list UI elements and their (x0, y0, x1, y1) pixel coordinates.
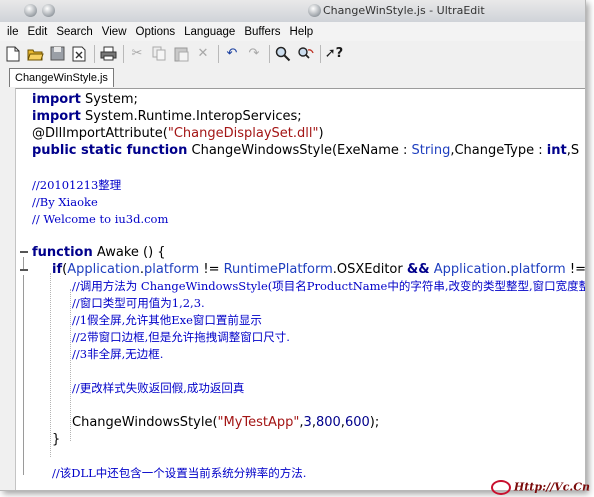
window-title: ChangeWinStyle.js - UltraEdit (323, 4, 485, 17)
code-line: function Awake () { (32, 245, 166, 260)
menu-help[interactable]: Help (285, 26, 318, 38)
menu-buffers[interactable]: Buffers (239, 26, 284, 38)
indent-guide (70, 289, 71, 441)
menu-language[interactable]: Language (179, 26, 239, 38)
close-file-icon[interactable] (70, 45, 88, 63)
comment-line: //该DLL中还包含一个设置当前系统分辨率的方法. (52, 466, 307, 480)
indent-guide (50, 273, 51, 457)
help-icon[interactable]: ➚? (325, 45, 343, 63)
comment-line: //3非全屏,无边框. (72, 347, 164, 361)
menu-options[interactable]: Options (131, 26, 180, 38)
find-icon[interactable] (274, 45, 292, 63)
tab-changewinstyle[interactable]: ChangeWinStyle.js (9, 68, 114, 87)
open-folder-icon[interactable] (26, 45, 44, 63)
comment-line: //2带窗口边框,但是允许拖拽调整窗口尺寸. (72, 330, 290, 344)
fold-collapse-icon[interactable] (20, 269, 28, 271)
paste-icon[interactable] (172, 45, 190, 63)
comment-line: //调用方法为 ChangeWindowsStyle(项目名ProductNam… (72, 279, 585, 293)
replace-icon[interactable] (296, 45, 314, 63)
toolbar-separator (94, 44, 95, 63)
title-bar[interactable]: ChangeWinStyle.js - UltraEdit (0, 0, 585, 22)
window-button-icon[interactable] (24, 4, 37, 17)
code-line: if(Application.platform != RuntimePlatfo… (52, 262, 585, 277)
toolbar: ✂ ✕ ↶ ↷ ➚? (0, 41, 585, 67)
code-line: public static function ChangeWindowsStyl… (32, 143, 580, 158)
editor-window: ChangeWinStyle.js - UltraEdit ile Edit S… (0, 0, 586, 491)
comment-line: //By Xiaoke (32, 195, 98, 209)
menu-search[interactable]: Search (51, 26, 96, 38)
watermark: Http://Vc.Cn (490, 480, 590, 495)
code-editor[interactable]: import System; import System.Runtime.Int… (15, 88, 585, 490)
redo-icon[interactable]: ↷ (245, 45, 263, 63)
comment-line: //20101213整理 (32, 178, 122, 192)
fold-collapse-icon[interactable] (20, 251, 28, 253)
menu-file[interactable]: ile (2, 26, 23, 38)
code-line: } (52, 432, 61, 447)
toolbar-separator (320, 44, 321, 63)
fold-line (23, 275, 24, 475)
watermark-logo-icon (490, 480, 511, 495)
cut-icon[interactable]: ✂ (128, 45, 146, 63)
new-file-icon[interactable] (4, 45, 22, 63)
menu-edit[interactable]: Edit (23, 26, 52, 38)
code-line: import System.Runtime.InteropServices; (32, 109, 302, 124)
comment-line: //更改样式失败返回假,成功返回真 (72, 381, 245, 395)
window-button-icon[interactable] (42, 4, 55, 17)
undo-icon[interactable]: ↶ (223, 45, 241, 63)
copy-icon[interactable] (150, 45, 168, 63)
toolbar-separator (269, 44, 270, 63)
print-icon[interactable] (99, 45, 117, 63)
menu-bar: ile Edit Search View Options Language Bu… (0, 22, 585, 41)
toolbar-separator (123, 44, 124, 63)
tab-row: ChangeWinStyle.js (0, 66, 585, 88)
code-line: @DllImportAttribute("ChangeDisplaySet.dl… (32, 126, 324, 141)
code-line: import System; (32, 92, 138, 107)
toolbar-separator (218, 44, 219, 63)
comment-line: // Welcome to iu3d.com (32, 212, 169, 226)
code-line: ChangeWindowsStyle("MyTestApp",3,800,600… (72, 415, 380, 430)
comment-line: //1假全屏,允许其他Exe窗口置前显示 (72, 313, 262, 327)
app-icon (308, 4, 321, 17)
comment-line: //窗口类型可用值为1,2,3. (72, 296, 205, 310)
fold-line (23, 257, 24, 269)
menu-view[interactable]: View (97, 26, 131, 38)
save-icon[interactable] (48, 45, 66, 63)
delete-icon[interactable]: ✕ (194, 45, 212, 63)
